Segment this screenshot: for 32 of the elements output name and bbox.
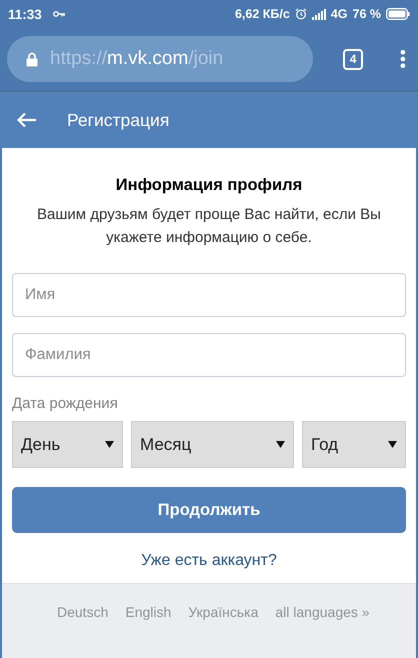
section-title: Информация профиля	[114, 176, 304, 195]
key-icon	[52, 11, 65, 17]
url-text: https://m.vk.com/join	[50, 48, 224, 70]
birth-date-label: Дата рождения	[12, 395, 119, 412]
language-link[interactable]: all languages »	[275, 604, 370, 620]
lock-icon	[26, 52, 38, 66]
dropdown[interactable]: Год	[302, 421, 406, 468]
language-link[interactable]: Deutsch	[57, 604, 108, 620]
signal-icon	[312, 8, 326, 20]
alarm-icon	[294, 8, 307, 20]
address-bar[interactable]: https://m.vk.com/join	[7, 36, 313, 82]
language-link[interactable]: English	[125, 604, 172, 620]
network-type: 4G	[330, 7, 348, 21]
text-field[interactable]: Имя	[12, 273, 406, 317]
continue-button[interactable]: Продолжить	[12, 487, 406, 533]
section-description: Вашим друзьям будет проще Вас найти, если Вы укажете информацию о себе.	[36, 205, 382, 248]
caret-icon	[388, 441, 397, 448]
page-title: Регистрация	[67, 110, 170, 130]
battery-percent: 76 %	[352, 7, 381, 21]
network-speed: 6,62 КБ/с	[234, 7, 290, 21]
battery-icon	[386, 8, 410, 20]
menu-icon[interactable]	[400, 49, 406, 69]
back-icon[interactable]	[17, 112, 37, 128]
caret-icon	[105, 441, 114, 448]
dropdown[interactable]: День	[12, 421, 123, 468]
login-link[interactable]: Уже есть аккаунт?	[141, 552, 277, 569]
caret-icon	[276, 441, 285, 448]
text-field[interactable]: Фамилия	[12, 333, 406, 377]
status-time: 11:33	[8, 6, 42, 22]
language-link[interactable]: Українська	[188, 604, 258, 620]
dropdown[interactable]: Месяц	[131, 421, 294, 468]
tab-count-button[interactable]: 4	[342, 48, 364, 70]
